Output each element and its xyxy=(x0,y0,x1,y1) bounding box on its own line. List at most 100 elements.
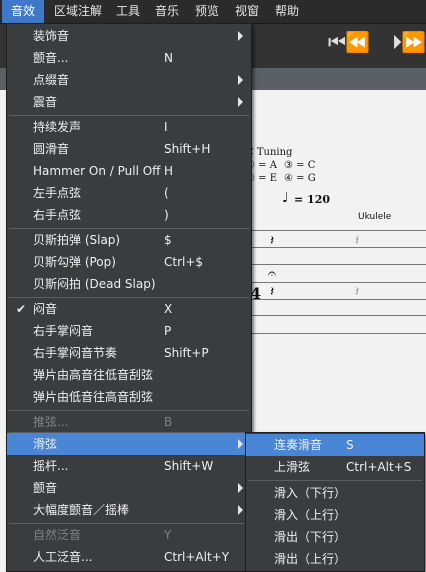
instrument-label: Ukulele xyxy=(358,212,392,222)
menu-item-natural-harmonic: 自然泛音 Y xyxy=(7,524,251,546)
shortcut-label: X xyxy=(164,302,173,316)
menu-item-pop[interactable]: 贝斯勾弹 (Pop) Ctrl+$ xyxy=(7,251,251,273)
menu-help[interactable]: 帮助 xyxy=(270,0,304,23)
staff-line xyxy=(248,333,426,334)
menu-item-palm-mute-rhythm[interactable]: 右手掌闷音节奏 Shift+P xyxy=(7,342,251,364)
shortcut-label: Ctrl+Alt+Y xyxy=(164,550,230,564)
menu-item-legato[interactable]: 圆滑音 Shift+H xyxy=(7,138,251,160)
shortcut-label: Shift+H xyxy=(164,142,211,156)
menu-item-label: 贝斯闷拍 (Dead Slap) xyxy=(33,277,156,291)
menu-item-label: 左手点弦 xyxy=(33,186,82,200)
menu-item-whammy[interactable]: 摇杆... Shift+W xyxy=(7,455,251,477)
menu-item-label: 上滑弦 xyxy=(274,460,311,474)
menu-item-ornament[interactable]: 点缀音 xyxy=(7,69,251,91)
shortcut-label: Ctrl+$ xyxy=(164,255,204,269)
menu-item-palm-mute[interactable]: 右手掌闷音 P xyxy=(7,320,251,342)
shortcut-label: I xyxy=(164,120,168,134)
menu-item-label: 贝斯拍弹 (Slap) xyxy=(33,233,121,247)
menu-item-label: 推弦... xyxy=(33,415,69,429)
menu-item-dead-note[interactable]: ✔ 闷音 X xyxy=(7,298,251,320)
submenu-item-slide-in-down[interactable]: 滑入（下行） xyxy=(246,482,424,504)
shortcut-label: N xyxy=(164,51,173,65)
menu-item-let-ring[interactable]: 持续发声 I xyxy=(7,116,251,138)
submenu-item-legato-slide[interactable]: 连奏滑音 S xyxy=(246,434,424,456)
menu-tools[interactable]: 工具 xyxy=(112,0,144,23)
skip-start-icon[interactable]: ⏮ xyxy=(328,27,346,57)
rewind-icon[interactable]: ⏪ xyxy=(345,27,370,57)
shortcut-label: H xyxy=(164,164,174,178)
string-tuning-3: ③ = C xyxy=(284,160,316,171)
shortcut-label: B xyxy=(164,415,173,429)
menu-item-label: 自然泛音 xyxy=(33,528,82,542)
menu-item-label: 装饰音 xyxy=(33,29,70,43)
submenu-item-slide-out-down[interactable]: 滑出（下行） xyxy=(246,526,424,548)
staff-line xyxy=(248,247,426,248)
shortcut-label: $ xyxy=(164,233,172,247)
shortcut-label: ) xyxy=(164,208,169,222)
shortcut-label: P xyxy=(164,324,172,338)
shortcut-label: Shift+W xyxy=(164,459,214,473)
staff-line xyxy=(248,230,426,231)
menu-item-bend: 推弦... B xyxy=(7,411,251,433)
menu-item-label: 持续发声 xyxy=(33,120,82,134)
rest-symbol: 𝄽 xyxy=(355,284,360,300)
menu-item-slap[interactable]: 贝斯拍弹 (Slap) $ xyxy=(7,229,251,251)
menu-item-pick-scrape-up[interactable]: 弹片由低音往高音刮弦 xyxy=(7,386,251,408)
shortcut-label: Ctrl+Alt+S xyxy=(346,460,412,474)
submenu-arrow-icon xyxy=(238,505,243,515)
effects-menu: 装饰音 颤音... N 点缀音 震音 持续发声 I 圆滑音 Shift+H Hamme… xyxy=(6,23,252,572)
menubar: 音效 区域注解 工具 音乐 预览 视窗 帮助 xyxy=(0,0,426,24)
menu-item-right-tap[interactable]: 右手点弦) xyxy=(7,204,251,226)
menu-item-hammer-on[interactable]: Hammer On / Pull Off H xyxy=(7,160,251,182)
menu-effects[interactable]: 音效 xyxy=(2,0,44,23)
menu-item-label: 贝斯勾弹 (Pop) xyxy=(33,255,116,269)
menu-item-label: 人工泛音... xyxy=(33,550,93,564)
submenu-item-slide-in-up[interactable]: 滑入（上行） xyxy=(246,504,424,526)
submenu-arrow-icon xyxy=(238,75,243,85)
menu-item-vibrato[interactable]: 颤音... N xyxy=(7,47,251,69)
menu-item-label: 连奏滑音 xyxy=(274,438,323,452)
menu-item-artificial-harmonic[interactable]: 人工泛音... Ctrl+Alt+Y xyxy=(7,546,251,568)
menu-item-wide-vibrato[interactable]: 大幅度颤音／摇棒 xyxy=(7,499,251,521)
menu-item-label: 滑出（上行） xyxy=(274,552,347,566)
string-tuning-4: ④ = G xyxy=(284,173,316,184)
staff-line xyxy=(248,282,426,283)
staff-line xyxy=(248,264,426,265)
menu-item-label: 颤音 xyxy=(33,481,58,495)
staff-line xyxy=(248,299,426,300)
menu-item-label: 滑出（下行） xyxy=(274,530,347,544)
menu-window[interactable]: 视窗 xyxy=(230,0,264,23)
slide-submenu: 连奏滑音 S 上滑弦 Ctrl+Alt+S 滑入（下行） 滑入（上行） 滑出（下行）… xyxy=(245,432,425,572)
staff-line xyxy=(248,315,426,316)
menu-item-label: 滑弦 xyxy=(33,437,58,451)
menu-item-left-tap[interactable]: 左手点弦 ( xyxy=(7,182,251,204)
menu-item-dead-slap[interactable]: 贝斯闷拍 (Dead Slap) xyxy=(7,273,251,295)
menu-item-label: Hammer On / Pull Off xyxy=(33,164,161,178)
rest-symbol: 𝄽 xyxy=(270,284,275,300)
menu-item-label: 摇杆... xyxy=(33,459,69,473)
menu-item-label: 滑入（上行） xyxy=(274,508,347,522)
fermata-icon: 𝄐 xyxy=(268,266,276,282)
menu-preview[interactable]: 预览 xyxy=(190,0,224,23)
menu-item-label: 震音 xyxy=(33,95,58,109)
menu-item-label: 弹片由高音往低音刮弦 xyxy=(33,368,154,382)
menu-item-pick-scrape-down[interactable]: 弹片由高音往低音刮弦 xyxy=(7,364,251,386)
menu-item-label: 右手掌闷音节奏 xyxy=(33,346,118,360)
menu-music[interactable]: 音乐 xyxy=(150,0,184,23)
menu-item-label: 滑入（下行） xyxy=(274,486,347,500)
menu-item-label: 点缀音 xyxy=(33,73,70,87)
rest-symbol: 𝄽 xyxy=(355,233,360,249)
tempo-note-icon: ♩ xyxy=(282,190,289,206)
shortcut-label: Shift+P xyxy=(164,346,209,360)
menu-item-slide[interactable]: 滑弦 xyxy=(7,433,251,455)
menu-annotations[interactable]: 区域注解 xyxy=(48,0,108,23)
shortcut-label: ( xyxy=(164,186,169,200)
submenu-item-shift-slide[interactable]: 上滑弦 Ctrl+Alt+S xyxy=(246,456,424,478)
menu-item-tremolo[interactable]: 震音 xyxy=(7,91,251,113)
menu-item-vibrato-sub[interactable]: 颤音 xyxy=(7,477,251,499)
menu-item-grace-note[interactable]: 装饰音 xyxy=(7,25,251,47)
fast-forward-icon[interactable]: ⏩ xyxy=(401,27,426,57)
menu-separator xyxy=(248,480,422,481)
submenu-item-slide-out-up[interactable]: 滑出（上行） xyxy=(246,548,424,570)
menu-item-label: 颤音... xyxy=(33,51,69,65)
